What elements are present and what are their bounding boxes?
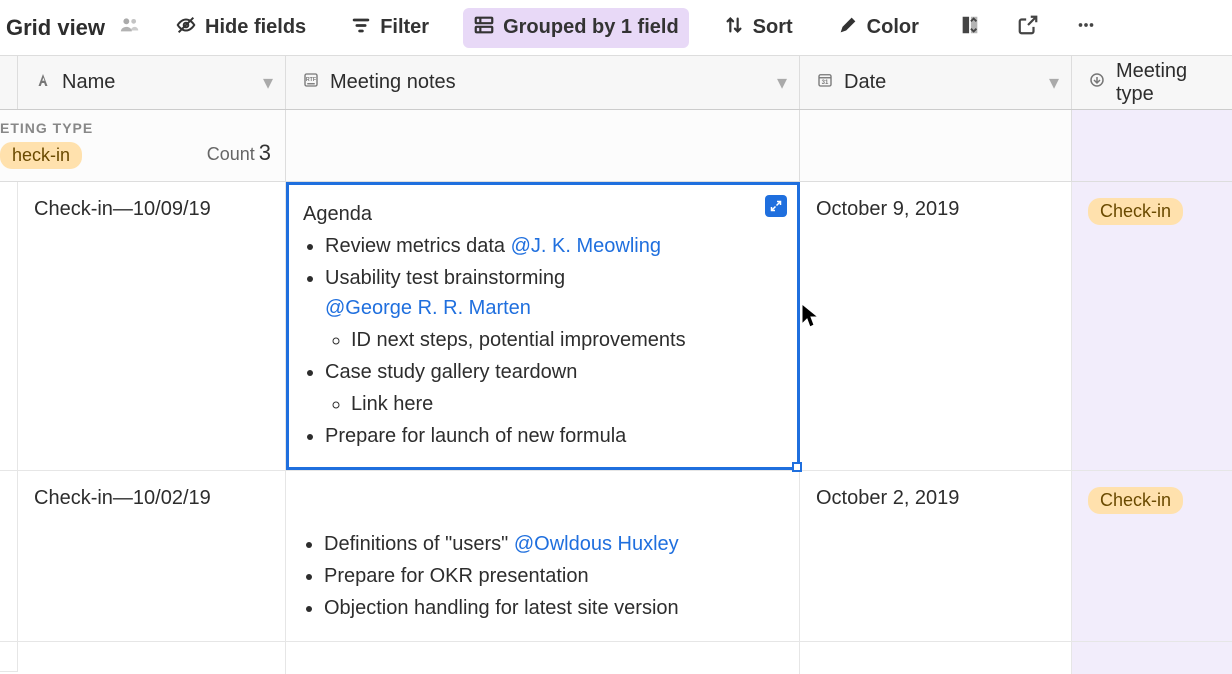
group-button[interactable]: Grouped by 1 field: [463, 8, 689, 48]
list-item: Usability test brainstorming @George R. …: [325, 263, 783, 355]
group-count: Count3: [207, 140, 271, 166]
type-pill: Check-in: [1088, 198, 1183, 225]
toolbar: Grid view Hide fields Filter Grouped by …: [0, 0, 1232, 56]
notes-heading: Agenda: [303, 199, 783, 229]
list-item: Prepare for OKR presentation: [324, 561, 783, 591]
group-label: Grouped by 1 field: [503, 16, 679, 39]
filter-button[interactable]: Filter: [340, 8, 439, 48]
col-header-notes[interactable]: RTF Meeting notes ▾: [286, 56, 800, 109]
list-item: Case study gallery teardown Link here: [325, 357, 783, 419]
svg-text:31: 31: [822, 79, 829, 85]
hide-fields-icon: [175, 14, 197, 42]
column-headers: Name ▾ RTF Meeting notes ▾ 31 Date ▾ Mee…: [0, 56, 1232, 110]
rtf-field-icon: RTF: [302, 71, 320, 95]
table-row: Check-in—10/02/19 Definitions of "users"…: [0, 471, 1232, 642]
cell-name[interactable]: Check-in—10/09/19: [18, 182, 286, 470]
type-pill: Check-in: [1088, 487, 1183, 514]
chevron-down-icon[interactable]: ▾: [777, 70, 787, 95]
filter-label: Filter: [380, 16, 429, 39]
calendar-icon: 31: [816, 71, 834, 95]
expand-cell-button[interactable]: [765, 195, 787, 217]
group-label-area[interactable]: ETING TYPE heck-in Count3: [0, 110, 286, 181]
cell-type[interactable]: Check-in: [1072, 182, 1232, 470]
col-type-label: Meeting type: [1116, 60, 1216, 106]
group-icon: [473, 14, 495, 42]
mention[interactable]: @J. K. Meowling: [511, 235, 661, 257]
cell-date[interactable]: October 9, 2019: [800, 182, 1072, 470]
select-field-icon: [1088, 71, 1106, 95]
col-notes-label: Meeting notes: [330, 71, 456, 94]
col-header-date[interactable]: 31 Date ▾: [800, 56, 1072, 109]
collaborators-icon[interactable]: [119, 14, 141, 41]
notes-rich-content[interactable]: Agenda Review metrics data @J. K. Meowli…: [303, 199, 783, 451]
more-icon[interactable]: [1069, 8, 1103, 47]
table-row: x: [0, 642, 1232, 672]
list-item: Prepare for launch of new formula: [325, 421, 783, 451]
mention[interactable]: @George R. R. Marten: [325, 297, 531, 319]
col-date-label: Date: [844, 71, 886, 94]
rows: Check-in—10/09/19 Agenda Review metrics …: [0, 182, 1232, 672]
col-stub: [0, 56, 18, 109]
chevron-down-icon[interactable]: ▾: [1049, 70, 1059, 95]
group-field-label: ETING TYPE: [0, 120, 285, 136]
text-field-icon: [34, 71, 52, 95]
col-header-name[interactable]: Name ▾: [18, 56, 286, 109]
table-row: Check-in—10/09/19 Agenda Review metrics …: [0, 182, 1232, 471]
list-item: Review metrics data @J. K. Meowling: [325, 231, 783, 261]
cell-notes-selected[interactable]: Agenda Review metrics data @J. K. Meowli…: [286, 182, 800, 470]
hide-fields-label: Hide fields: [205, 16, 306, 39]
list-item: Objection handling for latest site versi…: [324, 593, 783, 623]
svg-text:RTF: RTF: [306, 76, 317, 82]
list-item: ID next steps, potential improvements: [351, 325, 783, 355]
mention[interactable]: @Owldous Huxley: [514, 533, 679, 555]
filter-icon: [350, 14, 372, 42]
color-label: Color: [867, 16, 919, 39]
hide-fields-button[interactable]: Hide fields: [165, 8, 316, 48]
color-button[interactable]: Color: [827, 8, 929, 48]
sort-button[interactable]: Sort: [713, 8, 803, 48]
sort-icon: [723, 14, 745, 42]
group-value-pill: heck-in: [0, 142, 82, 169]
chevron-down-icon[interactable]: ▾: [263, 70, 273, 95]
view-name[interactable]: Grid view: [6, 15, 105, 41]
sort-label: Sort: [753, 16, 793, 39]
color-icon: [837, 14, 859, 42]
list-item: Definitions of "users" @Owldous Huxley: [324, 529, 783, 559]
list-item: Link here: [351, 389, 783, 419]
resize-handle[interactable]: [792, 462, 802, 472]
col-name-label: Name: [62, 71, 115, 94]
share-icon[interactable]: [1011, 8, 1045, 47]
col-header-type[interactable]: Meeting type: [1072, 56, 1232, 109]
rowheight-icon[interactable]: [953, 8, 987, 47]
group-header: ETING TYPE heck-in Count3: [0, 110, 1232, 182]
